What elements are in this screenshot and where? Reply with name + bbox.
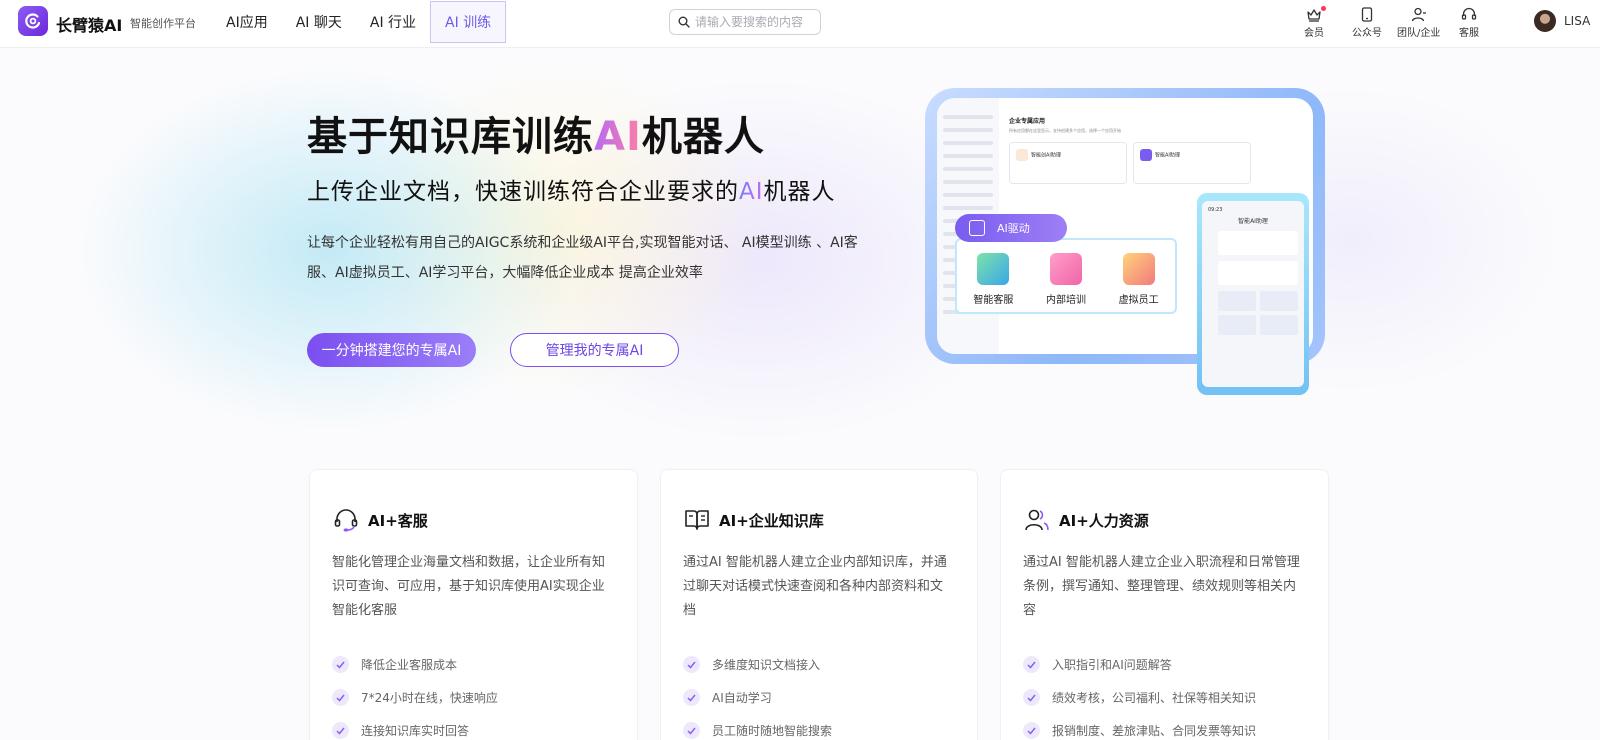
headset-icon	[1461, 6, 1477, 23]
card-feature-list: 降低企业客服成本 7*24小时在线，快速响应 连接知识库实时回答	[332, 648, 498, 740]
check-icon	[1023, 689, 1040, 706]
card-title: AI+企业知识库	[683, 506, 824, 534]
search-input[interactable]	[695, 15, 815, 29]
phone-mockup: 09:23 智能AI助理	[1197, 193, 1309, 395]
search-icon	[678, 16, 690, 28]
main-nav: AI应用 AI 聊天 AI 行业 AI 训练	[212, 0, 507, 44]
build-ai-button[interactable]: 一分钟搭建您的专属AI	[307, 333, 476, 367]
hero-title-highlight: AI	[594, 114, 642, 160]
hero-title-pre: 基于知识库训练	[307, 114, 594, 160]
hero-title: 基于知识库训练AI机器人	[307, 104, 765, 162]
feature-card-customer-service[interactable]: AI+客服 智能化管理企业海量文档和数据，让企业所有知识可查询、可应用，基于知识…	[309, 469, 638, 740]
util-member-label: 会员	[1304, 28, 1324, 39]
nav-item-ai-training[interactable]: AI 训练	[430, 1, 507, 43]
ai-driven-badge: AI驱动	[955, 214, 1067, 242]
hero-subtitle-post: 机器人	[763, 179, 836, 205]
laptop-card: 智能AI助理	[1133, 142, 1251, 184]
card-feature-list: 多维度知识文档接入 AI自动学习 员工随时随地智能搜索	[683, 648, 832, 740]
check-icon	[683, 689, 700, 706]
check-icon	[332, 722, 349, 739]
card-description: 通过AI 智能机器人建立企业入职流程和日常管理条例，撰写通知、整理管理、绩效规则…	[1023, 555, 1300, 618]
panel-item: 虚拟员工	[1119, 253, 1159, 306]
card-title: AI+客服	[332, 506, 428, 534]
card-title: AI+人力资源	[1023, 506, 1149, 534]
laptop-title: 企业专属应用	[1009, 118, 1046, 125]
brand-name[interactable]: 长臂猿AI	[56, 12, 122, 36]
list-item: 入职指引和AI问题解答	[1023, 648, 1256, 681]
util-team-label: 团队/企业	[1397, 28, 1441, 39]
panel-item: 内部培训	[1046, 253, 1086, 306]
phone-screen: 09:23 智能AI助理	[1202, 201, 1304, 387]
list-item: 7*24小时在线，快速响应	[332, 681, 498, 714]
user-name[interactable]: LISA	[1564, 14, 1590, 28]
check-icon	[1023, 722, 1040, 739]
feature-panel: 智能客服 内部培训 虚拟员工	[955, 238, 1177, 314]
list-item: 多维度知识文档接入	[683, 648, 832, 681]
user-menu[interactable]: LISA	[1534, 10, 1590, 32]
headset-icon	[332, 506, 360, 534]
util-team[interactable]: 团队/企业	[1397, 6, 1440, 39]
hero-illustration: 企业专属应用 所有应用都在这里显示，支持创建多个应用，选择一个应用开始 智能创A…	[925, 88, 1325, 408]
list-item: 降低企业客服成本	[332, 648, 498, 681]
card-description: 智能化管理企业海量文档和数据，让企业所有知识可查询、可应用，基于知识库使用AI实…	[332, 555, 606, 618]
list-item: AI自动学习	[683, 681, 832, 714]
chip-icon	[969, 220, 985, 236]
brand-logo-icon[interactable]	[18, 6, 48, 36]
notification-dot	[1321, 6, 1326, 11]
feature-card-hr[interactable]: AI+人力资源 通过AI 智能机器人建立企业入职流程和日常管理条例，撰写通知、整…	[1000, 469, 1329, 740]
util-support[interactable]: 客服	[1459, 6, 1479, 39]
list-item: 员工随时随地智能搜索	[683, 714, 832, 740]
laptop-card: 智能创AI助理	[1009, 142, 1127, 184]
avatar[interactable]	[1534, 10, 1556, 32]
hero-title-post: 机器人	[641, 114, 765, 160]
nav-item-ai-apps[interactable]: AI应用	[212, 1, 282, 43]
feature-card-knowledge-base[interactable]: AI+企业知识库 通过AI 智能机器人建立企业内部知识库，并通过聊天对话模式快速…	[660, 469, 978, 740]
phone-time: 09:23	[1208, 207, 1223, 213]
crown-icon	[1306, 6, 1326, 23]
brand-tagline: 智能创作平台	[130, 17, 196, 30]
people-icon	[1023, 506, 1051, 534]
check-icon	[1023, 656, 1040, 673]
phone-icon	[1361, 6, 1373, 23]
card-feature-list: 入职指引和AI问题解答 绩效考核，公司福利、社保等相关知识 报销制度、差旅津贴、…	[1023, 648, 1256, 740]
util-member[interactable]: 会员	[1304, 6, 1326, 39]
panel-item: 智能客服	[973, 253, 1013, 306]
phone-title: 智能AI助理	[1238, 218, 1268, 225]
nav-item-ai-chat[interactable]: AI 聊天	[282, 1, 356, 43]
manage-ai-button[interactable]: 管理我的专属AI	[510, 333, 679, 367]
list-item: 报销制度、差旅津贴、合同发票等知识	[1023, 714, 1256, 740]
util-official-account[interactable]: 公众号	[1352, 6, 1382, 39]
list-item: 绩效考核，公司福利、社保等相关知识	[1023, 681, 1256, 714]
hero-subtitle-highlight: AI	[739, 179, 764, 205]
laptop-desc: 所有应用都在这里显示，支持创建多个应用，选择一个应用开始	[1009, 128, 1121, 133]
nav-item-ai-industry[interactable]: AI 行业	[356, 1, 430, 43]
team-icon	[1411, 6, 1427, 23]
hero-subtitle: 上传企业文档，快速训练符合企业要求的AI机器人	[307, 172, 836, 206]
check-icon	[332, 656, 349, 673]
search-box	[669, 9, 821, 35]
util-official-account-label: 公众号	[1352, 28, 1382, 39]
check-icon	[683, 656, 700, 673]
top-header: 长臂猿AI 智能创作平台 AI应用 AI 聊天 AI 行业 AI 训练 会员 公…	[0, 0, 1600, 48]
check-icon	[332, 689, 349, 706]
check-icon	[683, 722, 700, 739]
card-description: 通过AI 智能机器人建立企业内部知识库，并通过聊天对话模式快速查阅和各种内部资料…	[683, 555, 947, 618]
util-support-label: 客服	[1459, 28, 1479, 39]
book-icon	[683, 506, 711, 534]
list-item: 连接知识库实时回答	[332, 714, 498, 740]
hero-subtitle-pre: 上传企业文档，快速训练符合企业要求的	[307, 179, 739, 205]
hero-description: 让每个企业轻松有用自己的AIGC系统和企业级AI平台,实现智能对话、 AI模型训…	[307, 235, 858, 281]
